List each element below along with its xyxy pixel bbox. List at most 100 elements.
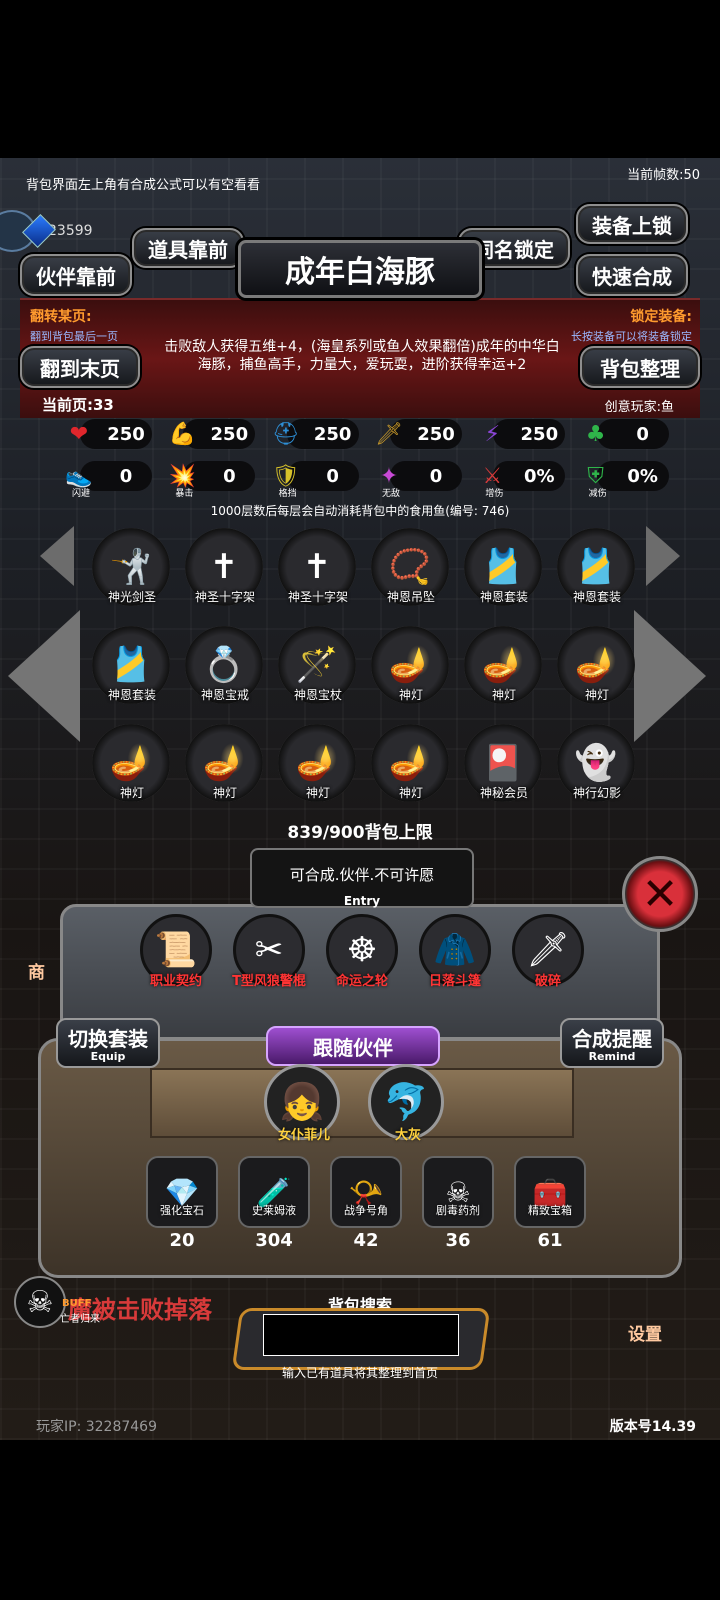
equipped-item[interactable]: ✂ T型风狼警棍 xyxy=(232,914,306,989)
partner-name: 女仆菲儿 xyxy=(277,1128,330,1143)
clover-icon: ♣ xyxy=(585,421,606,447)
strength-icon: 💪 xyxy=(168,421,197,447)
bag-item-name: 神灯 xyxy=(305,786,330,800)
close-icon: ✕ xyxy=(641,868,679,920)
stat-value: 250 xyxy=(210,423,249,445)
lock-equip-sub: 长按装备可以将装备锁定 xyxy=(571,330,692,343)
bag-sort-button[interactable]: 背包整理 xyxy=(580,346,700,388)
stat-value: 0 xyxy=(636,423,649,445)
bag-item[interactable]: ✝ 神圣十字架 xyxy=(185,528,265,608)
bag-item-name: 神恩套装 xyxy=(572,590,621,604)
equip-lock-button[interactable]: 装备上锁 xyxy=(576,204,688,244)
version-number: 版本号14.39 xyxy=(609,1419,696,1435)
bag-item[interactable]: 🤺 神光剑圣 xyxy=(92,528,172,608)
bag-item-name: 神恩宝杖 xyxy=(293,688,342,702)
bag-item[interactable]: 🪔 神灯 xyxy=(557,626,637,706)
bag-item-name: 神秘会员 xyxy=(479,786,528,800)
bag-search-input[interactable] xyxy=(263,1314,459,1356)
material-slot[interactable]: 📯 战争号角 42 xyxy=(330,1156,402,1251)
bag-item-name: 神灯 xyxy=(398,688,423,702)
bag-item-name: 神光剑圣 xyxy=(107,590,156,604)
bag-item[interactable]: 🎽 神恩套装 xyxy=(464,528,544,608)
quick-merge-button[interactable]: 快速合成 xyxy=(576,254,688,296)
bag-item-name: 神灯 xyxy=(398,786,423,800)
bag-item[interactable]: 🎽 神恩套装 xyxy=(92,626,172,706)
gem-count: 23599 xyxy=(48,223,93,239)
bag-item[interactable]: 🪔 神灯 xyxy=(464,626,544,706)
material-count: 304 xyxy=(255,1230,293,1251)
close-button[interactable]: ✕ xyxy=(622,856,698,932)
to-last-page-button[interactable]: 翻到末页 xyxy=(20,346,140,388)
equipped-item[interactable]: ☸ 命运之轮 xyxy=(326,914,398,989)
item-front-button[interactable]: 道具靠前 xyxy=(132,228,244,268)
bag-item-name: 神灯 xyxy=(119,786,144,800)
partner-front-button[interactable]: 伙伴靠前 xyxy=(20,254,132,296)
stat-value: 0% xyxy=(627,465,658,487)
material-count: 36 xyxy=(445,1230,471,1251)
bag-item[interactable]: 🪔 神灯 xyxy=(371,724,451,804)
stat-invincible: ✦ 0 无敌 xyxy=(372,458,475,499)
stat-value: 0 xyxy=(119,465,133,487)
bag-item-name: 神灯 xyxy=(212,786,237,800)
partner-slot[interactable]: 👧 女仆菲儿 xyxy=(264,1064,344,1144)
bag-item[interactable]: 🎽 神恩套装 xyxy=(557,528,637,608)
merge-remind-button[interactable]: 合成提醒 Remind xyxy=(560,1018,664,1068)
bag-item[interactable]: 👻 神行幻影 xyxy=(557,724,637,804)
quick-merge-label: 快速合成 xyxy=(592,264,672,289)
material-name: 精致宝箱 xyxy=(528,1204,572,1217)
equipped-item[interactable]: 📜 职业契约 xyxy=(140,914,212,989)
equip-lock-label: 装备上锁 xyxy=(592,213,672,238)
entry-text: 可合成.伙伴.不可许愿 xyxy=(289,866,435,884)
bag-item[interactable]: 🪔 神灯 xyxy=(371,626,451,706)
fps-readout: 当前帧数:50 xyxy=(627,168,700,183)
merge-remind-sub: Remind xyxy=(588,1050,636,1063)
switch-set-button[interactable]: 切换套装 Equip xyxy=(56,1018,160,1068)
materials-row: 💎 强化宝石 20 🧪 史莱姆液 304 📯 战争号角 42 ☠ 剧毒药剂 36 🧰 精致宝箱 61 xyxy=(146,1156,586,1251)
to-last-page-label: 翻到末页 xyxy=(40,356,120,381)
bag-item[interactable]: 🪔 神灯 xyxy=(92,724,172,804)
item-description: 击败敌人获得五维+4，(海皇系列或鱼人效果翻倍)成年的中华白海豚，捕鱼高手，力量… xyxy=(164,339,560,373)
bag-item-name: 神恩套装 xyxy=(107,688,156,702)
bag-item[interactable]: 🪔 神灯 xyxy=(278,724,358,804)
bag-item[interactable]: 💍 神恩宝戒 xyxy=(185,626,265,706)
partner-slot[interactable]: 🐬 大灰 xyxy=(368,1064,448,1144)
bag-item[interactable]: 🪄 神恩宝杖 xyxy=(278,626,358,706)
settings-button[interactable]: 设置 xyxy=(628,1320,662,1345)
stat-helmet: ⛑ 250 xyxy=(269,416,372,452)
buff-button[interactable]: ☠ xyxy=(14,1276,66,1328)
material-count: 20 xyxy=(169,1230,195,1251)
bag-item[interactable]: 🪔 神灯 xyxy=(185,724,265,804)
bag-sort-label: 背包整理 xyxy=(600,356,680,381)
item-front-label: 道具靠前 xyxy=(148,237,228,262)
material-count: 61 xyxy=(537,1230,563,1251)
material-slot[interactable]: ☠ 剧毒药剂 36 xyxy=(422,1156,494,1251)
material-slot[interactable]: 🧪 史莱姆液 304 xyxy=(238,1156,310,1251)
equipped-item[interactable]: 🗡 破碎 xyxy=(512,914,584,989)
material-name: 战争号角 xyxy=(344,1204,388,1217)
bag-search-hint: 输入已有道具将其整理到首页 xyxy=(281,1366,438,1380)
prev-page-arrow[interactable] xyxy=(8,610,80,742)
bag-item-name: 神圣十字架 xyxy=(194,590,255,604)
item-title: 成年白海豚 xyxy=(238,240,482,298)
stat-value: 250 xyxy=(313,423,352,445)
material-slot[interactable]: 💎 强化宝石 20 xyxy=(146,1156,218,1251)
shop-label[interactable]: 商 xyxy=(28,958,45,983)
creator-label: 创意玩家:鱼 xyxy=(604,400,674,415)
stat-magic: ⚡ 250 xyxy=(475,416,578,452)
equipped-item-name: 职业契约 xyxy=(149,974,202,989)
material-name: 强化宝石 xyxy=(160,1204,204,1217)
stats-row-secondary: 👟 0 闪避 💥 0 暴击 🛡 0 格挡 ✦ 0 无敌 ⚔ 0% 增伤 ⛨ 0% 减伤 xyxy=(62,458,682,499)
follow-partner-title: 跟随伙伴 xyxy=(266,1026,440,1066)
bag-item[interactable]: ✝ 神圣十字架 xyxy=(278,528,358,608)
partner-name: 大灰 xyxy=(394,1128,421,1143)
bag-item[interactable]: 📿 神恩吊坠 xyxy=(371,528,451,608)
stat-crit: 💥 0 暴击 xyxy=(165,458,268,499)
stat-value: 0 xyxy=(223,465,236,487)
bag-item-name: 神行幻影 xyxy=(572,786,621,800)
material-count: 42 xyxy=(353,1230,379,1251)
bag-item[interactable]: 🎴 神秘会员 xyxy=(464,724,544,804)
material-slot[interactable]: 🧰 精致宝箱 61 xyxy=(514,1156,586,1251)
prev-page-small-arrow[interactable] xyxy=(40,526,74,586)
equipped-item[interactable]: 🧥 日落斗篷 xyxy=(419,914,491,989)
equipped-items-row: 📜 职业契约 ✂ T型风狼警棍 ☸ 命运之轮 🧥 日落斗篷 🗡 破碎 xyxy=(140,914,584,989)
